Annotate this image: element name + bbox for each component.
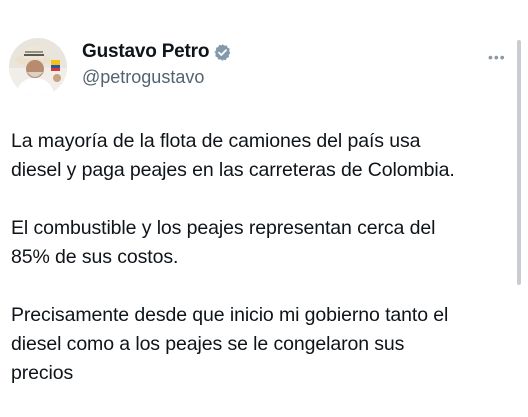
tweet: Gustavo Petro @petrogustavo ••• La mayor… xyxy=(0,0,528,417)
name-row: Gustavo Petro xyxy=(82,39,232,65)
avatar[interactable] xyxy=(9,38,67,96)
author-info: Gustavo Petro @petrogustavo xyxy=(82,39,232,88)
tweet-text: La mayoría de la flota de camiones del p… xyxy=(11,127,511,417)
scrollbar[interactable] xyxy=(517,40,521,285)
avatar-image xyxy=(9,38,67,96)
tweet-paragraph-2: El combustible y los peajes representan … xyxy=(11,217,436,268)
tweet-paragraph-1: La mayoría de la flota de camiones del p… xyxy=(11,130,455,181)
handle[interactable]: @petrogustavo xyxy=(82,67,232,88)
display-name[interactable]: Gustavo Petro xyxy=(82,41,209,63)
tweet-header: Gustavo Petro @petrogustavo xyxy=(9,38,232,96)
tweet-paragraph-3: Precisamente desde que inicio mi gobiern… xyxy=(11,304,449,384)
ellipsis-icon[interactable]: ••• xyxy=(488,50,506,64)
verified-badge-icon[interactable] xyxy=(213,43,232,62)
